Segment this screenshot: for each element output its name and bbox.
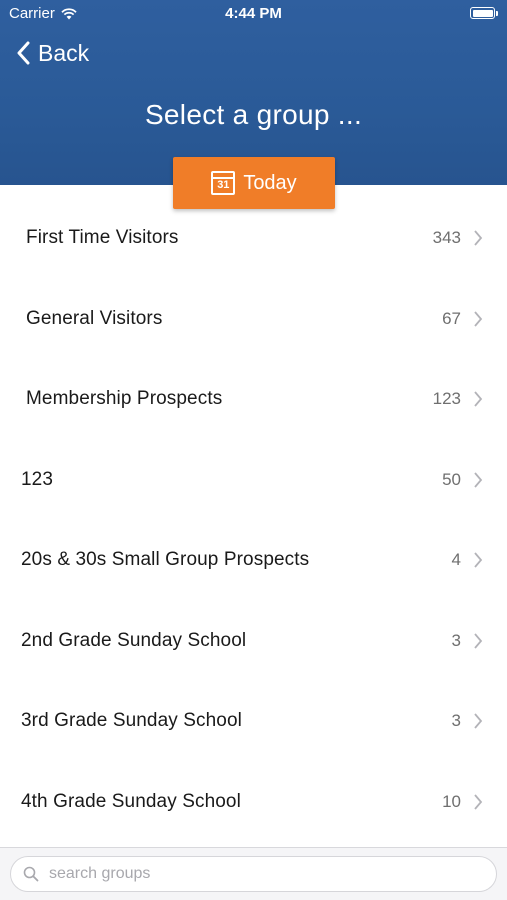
search-bar [0, 847, 507, 900]
status-bar: Carrier 4:44 PM [0, 0, 507, 28]
group-row-general-visitors[interactable]: General Visitors 67 [0, 279, 507, 360]
group-name: 2nd Grade Sunday School [21, 629, 247, 651]
group-name: Membership Prospects [26, 388, 223, 410]
group-count: 3 [451, 630, 461, 650]
back-button[interactable]: Back [16, 36, 89, 70]
chevron-left-icon [17, 41, 30, 65]
chevron-right-icon [474, 472, 483, 488]
search-input[interactable] [49, 865, 469, 883]
group-count: 4 [451, 550, 461, 570]
group-row-123[interactable]: 123 50 [0, 440, 507, 521]
group-row-3rd-grade[interactable]: 3rd Grade Sunday School 3 [0, 681, 507, 762]
calendar-icon: 31 [211, 171, 236, 195]
today-button[interactable]: 31 Today [173, 157, 335, 209]
group-row-2nd-grade[interactable]: 2nd Grade Sunday School 3 [0, 601, 507, 682]
group-list: First Time Visitors 343 General Visitors… [0, 198, 507, 843]
chevron-right-icon [474, 311, 483, 327]
back-label: Back [38, 39, 90, 66]
page-title: Select a group ... [144, 99, 363, 130]
group-name: 20s & 30s Small Group Prospects [21, 549, 310, 571]
clock: 4:44 PM [225, 5, 282, 22]
group-name: First Time Visitors [26, 227, 179, 249]
chevron-right-icon [474, 391, 483, 407]
calendar-day: 31 [217, 179, 230, 191]
group-count: 3 [451, 711, 461, 731]
group-count: 67 [442, 308, 461, 328]
chevron-right-icon [474, 794, 483, 810]
group-row-4th-grade[interactable]: 4th Grade Sunday School 10 [0, 762, 507, 843]
group-name: 4th Grade Sunday School [21, 790, 241, 812]
group-count: 50 [442, 469, 461, 489]
group-row-membership-prospects[interactable]: Membership Prospects 123 [0, 359, 507, 440]
group-name: General Visitors [26, 307, 163, 329]
group-count: 123 [432, 389, 461, 409]
search-field[interactable] [10, 856, 497, 892]
chevron-right-icon [474, 552, 483, 568]
group-row-first-time-visitors[interactable]: First Time Visitors 343 [0, 198, 507, 279]
group-row-20s-30s[interactable]: 20s & 30s Small Group Prospects 4 [0, 520, 507, 601]
battery-icon [470, 7, 498, 19]
chevron-right-icon [474, 713, 483, 729]
group-count: 343 [432, 228, 461, 248]
group-count: 10 [442, 791, 461, 811]
chevron-right-icon [474, 633, 483, 649]
chevron-right-icon [474, 230, 483, 246]
search-icon [23, 866, 39, 882]
group-name: 123 [21, 468, 54, 490]
group-name: 3rd Grade Sunday School [21, 710, 242, 732]
today-label: Today [243, 171, 297, 194]
